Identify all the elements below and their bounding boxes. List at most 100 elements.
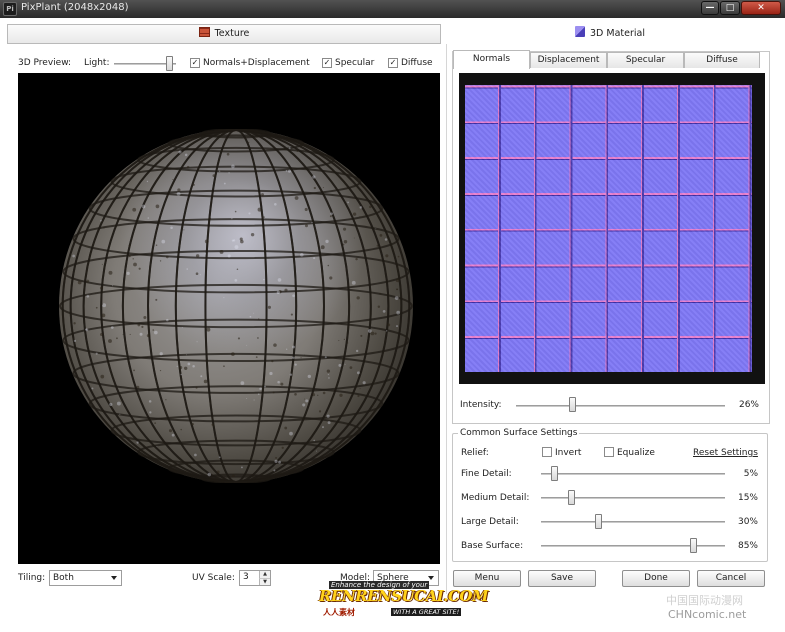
sphere-texture-speck <box>350 366 353 369</box>
tab-specular[interactable]: Specular <box>607 52 684 68</box>
sphere-texture-speck <box>259 387 262 390</box>
sphere-texture-speck <box>177 192 181 196</box>
3d-viewport[interactable] <box>18 73 440 564</box>
sphere-texture-speck <box>108 339 112 343</box>
save-button[interactable]: Save <box>528 570 596 587</box>
sphere-texture-speck <box>100 286 103 289</box>
large-detail-slider[interactable] <box>541 521 725 523</box>
sphere-texture-speck <box>263 216 265 218</box>
sphere-texture-speck <box>200 375 202 377</box>
sphere-texture-speck <box>72 255 75 258</box>
tiling-select[interactable]: Both <box>49 570 122 586</box>
sphere-texture-speck <box>286 349 287 350</box>
reset-settings-link[interactable]: Reset Settings <box>693 448 758 458</box>
sphere-texture-speck <box>289 147 291 149</box>
sphere-texture-speck <box>331 212 334 215</box>
material-header-label: 3D Material <box>590 28 645 39</box>
specular-checkbox[interactable]: ✓ <box>322 58 332 68</box>
sphere-texture-speck <box>237 269 239 271</box>
intensity-slider[interactable] <box>516 405 725 407</box>
light-slider-thumb[interactable] <box>166 56 173 71</box>
sphere-texture-speck <box>238 337 240 339</box>
specular-label: Specular <box>335 58 374 68</box>
sphere-texture-speck <box>187 166 190 169</box>
sphere-texture-speck <box>204 380 208 384</box>
base-surface-label: Base Surface: <box>461 541 523 551</box>
sphere-texture-speck <box>343 244 345 246</box>
base-surface-slider[interactable] <box>541 545 725 547</box>
minimize-button[interactable]: — <box>701 1 719 15</box>
sphere-texture-speck <box>194 454 197 457</box>
sphere-texture-speck <box>374 333 376 335</box>
sphere-texture-speck <box>231 352 235 356</box>
maximize-button[interactable]: □ <box>720 1 740 15</box>
equalize-checkbox[interactable] <box>604 447 614 457</box>
normal-map-preview[interactable] <box>465 85 752 372</box>
intensity-slider-thumb[interactable] <box>569 397 576 412</box>
sphere-texture-speck <box>347 202 349 204</box>
sphere-texture-speck <box>297 150 299 152</box>
sphere-texture-speck <box>317 395 318 396</box>
invert-checkbox[interactable] <box>542 447 552 457</box>
sphere-texture-speck <box>264 386 266 388</box>
medium-detail-thumb[interactable] <box>568 490 575 505</box>
diffuse-checkbox[interactable]: ✓ <box>388 58 398 68</box>
sphere-texture-speck <box>292 346 295 349</box>
sphere-texture-speck <box>325 356 327 358</box>
sphere-texture-speck <box>258 318 259 319</box>
close-button[interactable]: ✕ <box>741 1 781 15</box>
texture-header[interactable]: Texture <box>7 24 441 44</box>
sphere-texture-speck <box>109 403 112 406</box>
sphere-texture-speck <box>161 240 165 244</box>
tab-diffuse[interactable]: Diffuse <box>684 52 760 68</box>
fine-detail-label: Fine Detail: <box>461 469 512 479</box>
sphere-texture-speck <box>277 381 280 384</box>
sphere-texture-speck <box>192 365 195 368</box>
base-surface-thumb[interactable] <box>690 538 697 553</box>
fine-detail-slider[interactable] <box>541 473 725 475</box>
sphere-texture-speck <box>292 294 295 297</box>
sphere-texture-speck <box>305 208 308 211</box>
sphere-texture-speck <box>208 473 212 477</box>
material-header[interactable]: 3D Material <box>451 24 769 44</box>
sphere-texture-speck <box>329 276 332 279</box>
sphere-texture-speck <box>357 371 360 374</box>
brick-icon <box>199 27 210 37</box>
sphere-texture-speck <box>102 264 103 265</box>
spin-down-icon[interactable]: ▼ <box>259 578 270 585</box>
done-button[interactable]: Done <box>622 570 690 587</box>
panel-divider <box>446 44 447 594</box>
sphere-longitude-line <box>63 130 410 482</box>
sphere-texture-speck <box>186 268 188 270</box>
title-bar: Pi PixPlant (2048x2048) — □ ✕ <box>0 0 785 18</box>
sphere-texture-speck <box>280 383 283 386</box>
sphere-texture-speck <box>251 233 254 236</box>
uv-scale-spinner[interactable]: 3 ▲ ▼ <box>239 570 271 586</box>
surface-settings-title: Common Surface Settings <box>458 428 579 438</box>
sphere-texture-speck <box>149 400 152 403</box>
base-surface-value: 85% <box>728 541 758 551</box>
sphere-texture-speck <box>172 434 175 437</box>
tab-displacement[interactable]: Displacement <box>530 52 607 68</box>
sphere-texture-speck <box>313 257 315 259</box>
sphere-texture-speck <box>223 297 224 298</box>
equalize-label: Equalize <box>617 448 655 458</box>
sphere-texture-speck <box>196 387 198 389</box>
sphere-texture-speck <box>278 461 281 464</box>
sphere-texture-speck <box>385 254 388 257</box>
fine-detail-thumb[interactable] <box>551 466 558 481</box>
sphere-texture-speck <box>311 222 313 224</box>
sphere-texture-speck <box>291 314 293 316</box>
sphere-texture-speck <box>154 331 158 335</box>
tiling-value: Both <box>53 573 74 583</box>
normals-checkbox[interactable]: ✓ <box>190 58 200 68</box>
sphere-texture-speck <box>156 244 157 245</box>
large-detail-thumb[interactable] <box>595 514 602 529</box>
sphere-texture-speck <box>328 421 331 424</box>
spin-up-icon[interactable]: ▲ <box>259 571 270 578</box>
tab-normals[interactable]: Normals <box>453 50 530 69</box>
light-label: Light: <box>84 58 110 68</box>
cancel-button[interactable]: Cancel <box>697 570 765 587</box>
uv-scale-label: UV Scale: <box>192 573 235 583</box>
sphere-texture-speck <box>196 272 199 275</box>
